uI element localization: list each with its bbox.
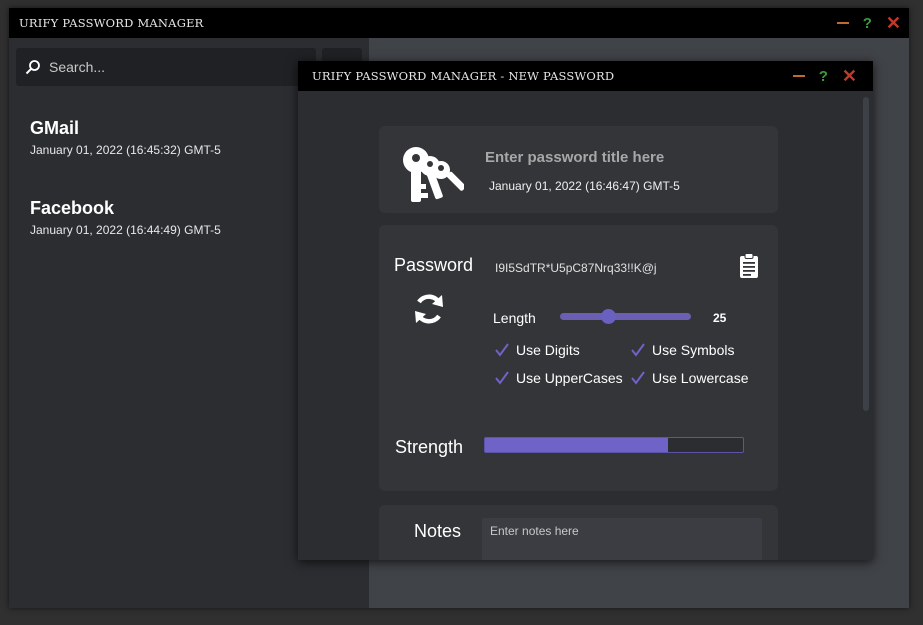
password-label: Password xyxy=(394,255,474,275)
password-title-input[interactable] xyxy=(483,144,747,170)
entry-date: January 01, 2022 (16:45:32) GMT-5 xyxy=(30,143,221,157)
close-button[interactable]: ✕ xyxy=(842,67,857,85)
use-uppercase-checkbox[interactable]: Use UpperCases xyxy=(494,370,623,386)
password-card: Password I9I5SdTR*U5pC87Nrq33!!K@j Lengt… xyxy=(379,225,778,491)
dialog-titlebar[interactable]: URIFY PASSWORD MANAGER - NEW PASSWORD ? … xyxy=(298,61,873,91)
clipboard-icon[interactable] xyxy=(739,253,759,279)
new-password-dialog: URIFY PASSWORD MANAGER - NEW PASSWORD ? … xyxy=(298,61,873,560)
list-item[interactable]: GMail January 01, 2022 (16:45:32) GMT-5 xyxy=(30,118,221,157)
dialog-body: January 01, 2022 (16:46:47) GMT-5 Passwo… xyxy=(298,91,873,560)
use-symbols-checkbox[interactable]: Use Symbols xyxy=(630,342,734,358)
checkbox-label: Use Lowercase xyxy=(652,370,749,386)
title-card: January 01, 2022 (16:46:47) GMT-5 xyxy=(379,126,778,213)
check-icon xyxy=(495,343,509,357)
minimize-button[interactable] xyxy=(792,75,805,77)
main-window-title: URIFY PASSWORD MANAGER xyxy=(19,16,204,30)
list-item[interactable]: Facebook January 01, 2022 (16:44:49) GMT… xyxy=(30,198,221,237)
notes-label: Notes xyxy=(414,521,462,541)
keys-icon xyxy=(403,147,464,202)
entry-title: Facebook xyxy=(30,198,115,218)
dialog-title: URIFY PASSWORD MANAGER - NEW PASSWORD xyxy=(312,69,615,83)
help-button[interactable]: ? xyxy=(863,16,872,31)
check-icon xyxy=(631,371,645,385)
entry-title: GMail xyxy=(30,118,80,138)
main-window-controls: ? ✕ xyxy=(836,8,901,38)
search-input[interactable] xyxy=(47,58,301,76)
length-slider-thumb[interactable] xyxy=(601,309,617,324)
check-icon xyxy=(631,343,645,357)
dialog-window-controls: ? ✕ xyxy=(792,61,857,91)
entry-date: January 01, 2022 (16:44:49) GMT-5 xyxy=(30,223,221,237)
close-button[interactable]: ✕ xyxy=(886,14,901,32)
check-icon xyxy=(495,371,509,385)
strength-fill xyxy=(485,438,669,452)
minimize-button[interactable] xyxy=(836,22,849,24)
use-lowercase-checkbox[interactable]: Use Lowercase xyxy=(630,370,749,386)
search-box xyxy=(16,48,316,86)
strength-bar xyxy=(484,437,744,453)
refresh-icon[interactable] xyxy=(411,291,447,327)
checkbox-label: Use Digits xyxy=(516,342,580,358)
creation-date: January 01, 2022 (16:46:47) GMT-5 xyxy=(489,179,680,193)
length-slider[interactable] xyxy=(560,309,691,324)
notes-textarea[interactable] xyxy=(482,518,762,560)
use-digits-checkbox[interactable]: Use Digits xyxy=(494,342,580,358)
strength-label: Strength xyxy=(395,437,464,457)
generated-password[interactable]: I9I5SdTR*U5pC87Nrq33!!K@j xyxy=(495,261,657,275)
scrollbar-thumb[interactable] xyxy=(863,97,869,411)
checkbox-label: Use UpperCases xyxy=(516,370,623,386)
main-titlebar[interactable]: URIFY PASSWORD MANAGER ? ✕ xyxy=(9,8,909,38)
length-value: 25 xyxy=(713,311,727,325)
checkbox-label: Use Symbols xyxy=(652,342,735,358)
search-icon xyxy=(25,60,40,75)
length-label: Length xyxy=(493,310,536,326)
scrollbar[interactable] xyxy=(863,97,869,411)
help-button[interactable]: ? xyxy=(819,69,828,84)
notes-card: Notes xyxy=(379,505,778,560)
